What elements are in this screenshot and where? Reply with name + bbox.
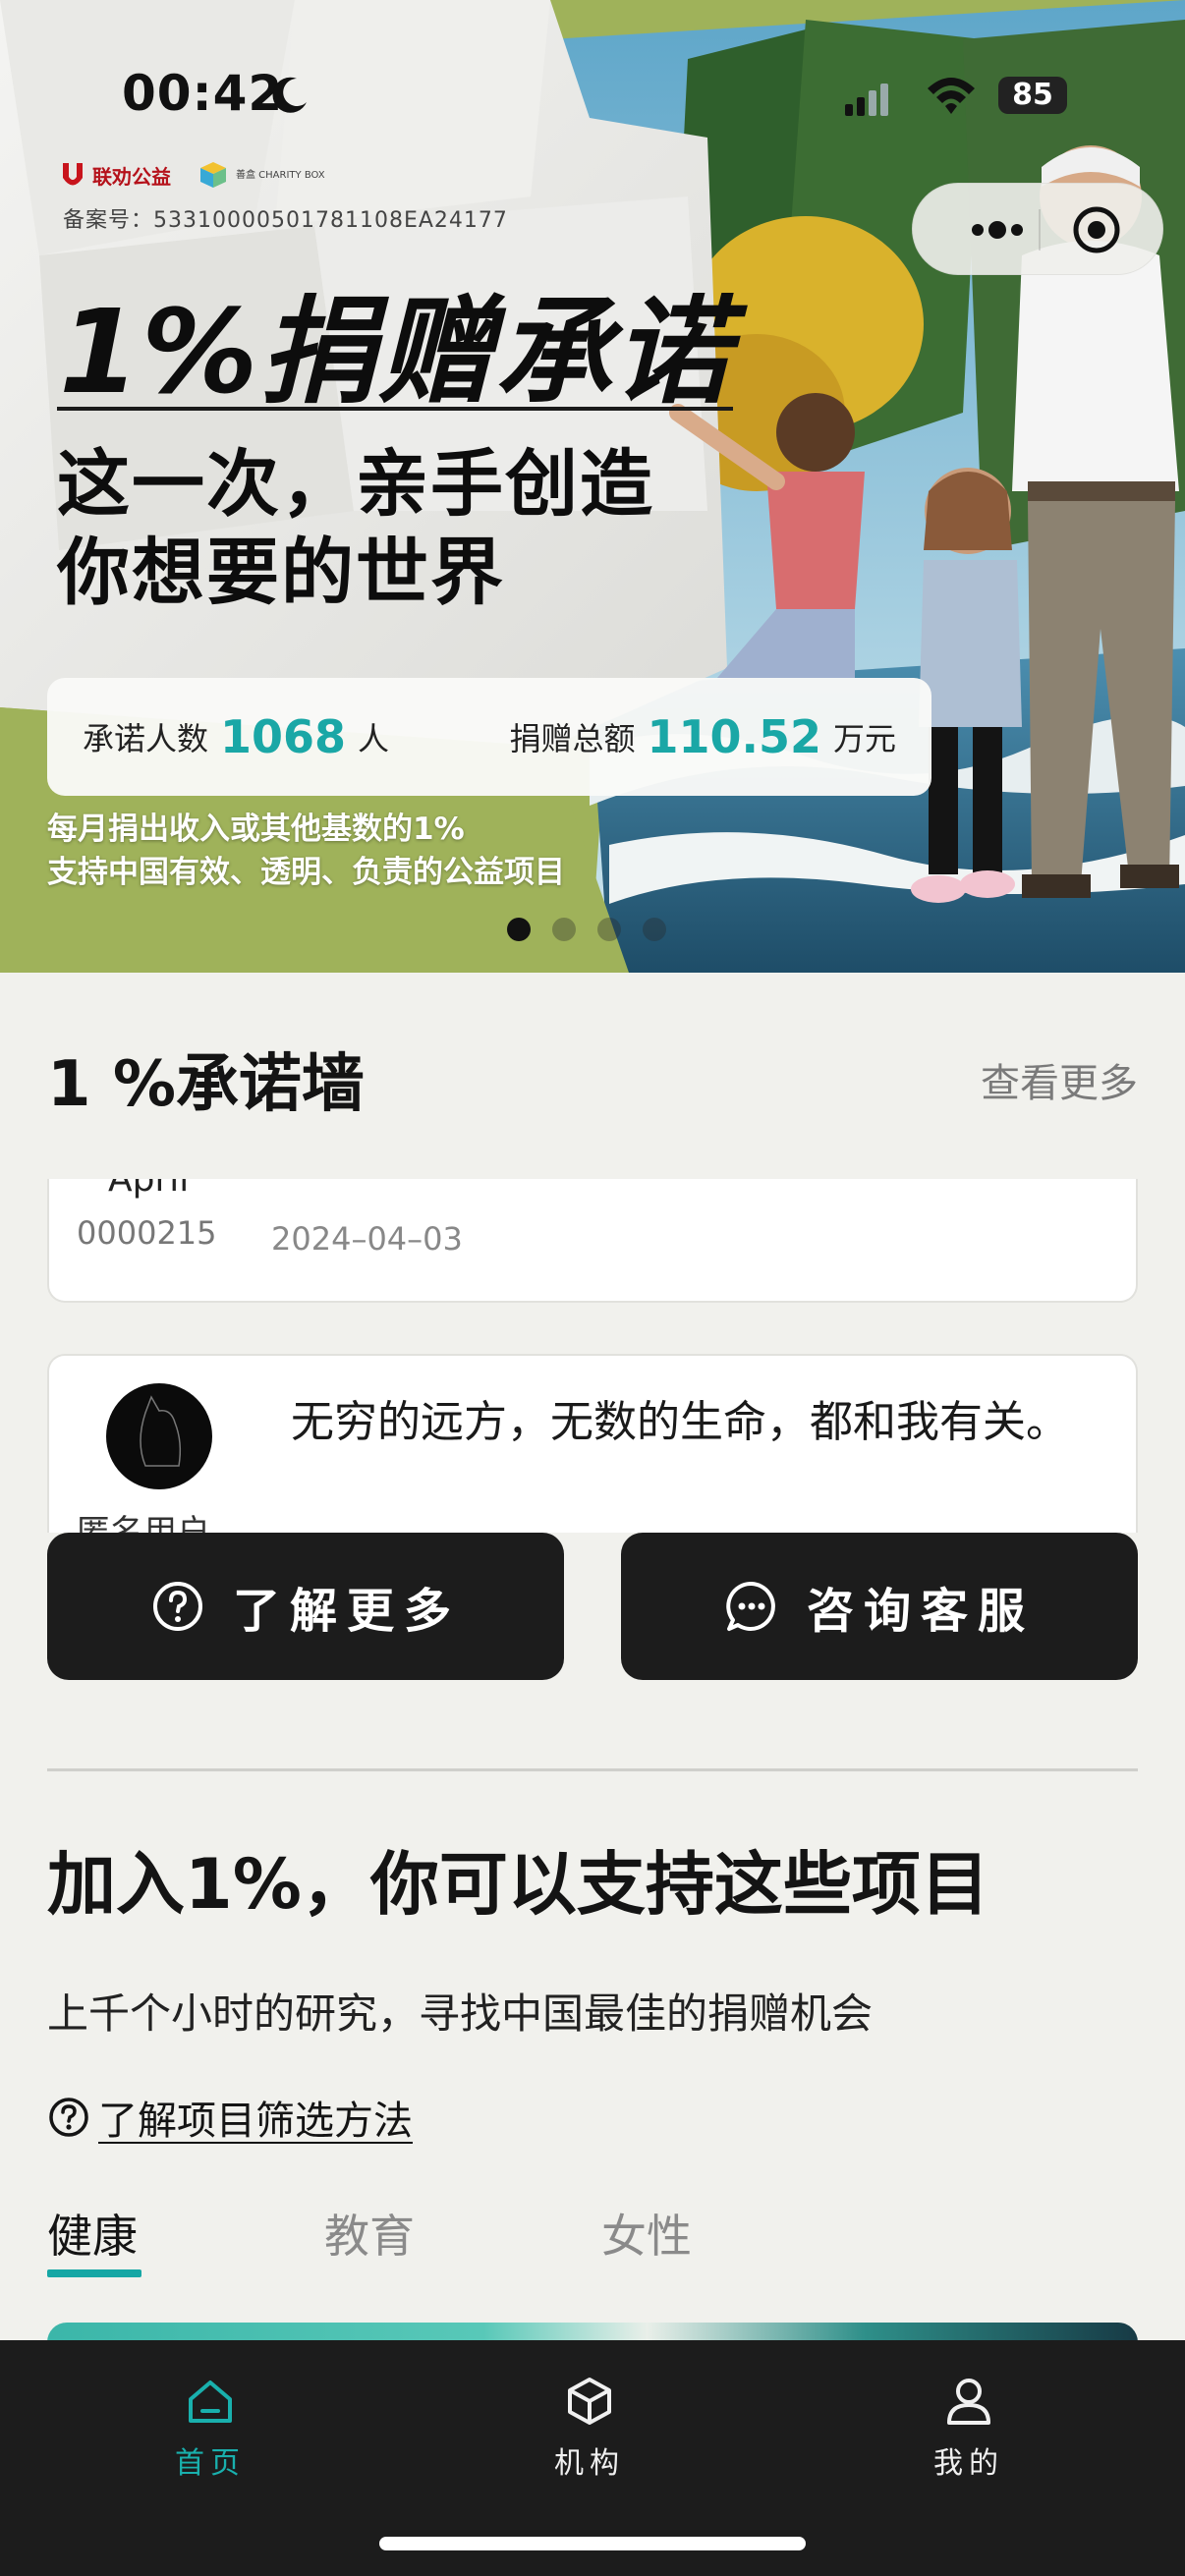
- user-icon: [947, 2379, 990, 2425]
- status-time: 00:42: [122, 65, 284, 122]
- carousel-indicator: [507, 918, 666, 941]
- question-circle-icon: [49, 2098, 88, 2137]
- total-label: 捐赠总额: [509, 720, 636, 757]
- cellular-signal-icon: [845, 84, 888, 116]
- cube-icon: [568, 2378, 611, 2425]
- pledger-name: 匿名用户: [77, 1513, 210, 1533]
- hero-title-rule: [57, 407, 733, 411]
- hero-subtitle-line1: 每月捐出收入或其他基数的1%: [47, 812, 465, 847]
- carousel-dot[interactable]: [552, 918, 576, 941]
- avatar: [106, 1383, 212, 1489]
- home-icon: [189, 2380, 232, 2423]
- cat-silhouette-icon: [140, 1395, 182, 1467]
- customer-service-label: 咨询客服: [806, 1584, 1035, 1639]
- pledger-id: 0000215: [77, 1214, 217, 1252]
- pledgers-label: 承诺人数: [83, 720, 209, 757]
- hero-title: 1%捐赠承诺: [59, 284, 732, 420]
- hero-subtitle-line2: 支持中国有效、透明、负责的公益项目: [47, 855, 565, 890]
- learn-more-label: 了解更多: [232, 1584, 461, 1639]
- pledgers-value: 1068: [220, 710, 347, 763]
- battery-indicator: 85: [998, 77, 1067, 114]
- record-number: 备案号：53310000501781108EA24177: [63, 208, 508, 233]
- charity-box-logo: 善盒 CHARITY BOX: [198, 160, 325, 190]
- pledge-card[interactable]: April 0000215 2024–04–03: [47, 1179, 1138, 1303]
- more-options-icon[interactable]: [968, 215, 1027, 245]
- pledge-wall-title: 1 %承诺墙: [47, 1048, 365, 1121]
- nav-home[interactable]: 首页: [112, 2374, 309, 2482]
- pledge-date: 2024–04–03: [271, 1220, 463, 1258]
- nav-organizations-label: 机构: [554, 2446, 625, 2481]
- nav-home-label: 首页: [175, 2446, 246, 2481]
- selection-method-link[interactable]: 了解项目筛选方法: [47, 2089, 413, 2146]
- pledgers-unit: 人: [358, 720, 390, 757]
- tab-women[interactable]: 女性: [601, 2201, 692, 2266]
- carousel-dot[interactable]: [507, 918, 531, 941]
- miniprogram-capsule: [912, 183, 1163, 275]
- charity-box-cube-icon: [200, 162, 226, 188]
- total-value: 110.52: [647, 710, 821, 763]
- total-donation-stat: 捐赠总额 110.52 万元: [509, 678, 896, 796]
- close-miniprogram-icon[interactable]: [1072, 205, 1121, 254]
- hero-slogan-line1: 这一次，亲手创造: [57, 442, 654, 527]
- pledge-wall-more-link[interactable]: 查看更多: [981, 1051, 1138, 1108]
- nav-me[interactable]: 我的: [871, 2374, 1067, 2482]
- chat-bubble-icon: [726, 1581, 775, 1631]
- total-unit: 万元: [832, 720, 896, 757]
- pledge-card[interactable]: 匿名用户 无穷的远方，无数的生命，都和我有关。: [47, 1354, 1138, 1533]
- hero-slogan-line2: 你想要的世界: [57, 531, 505, 615]
- nav-organizations[interactable]: 机构: [491, 2374, 688, 2482]
- customer-service-button[interactable]: 咨询客服: [621, 1533, 1138, 1680]
- status-bar: 00:42 85: [0, 0, 1185, 128]
- lianquan-u-icon: [63, 163, 83, 186]
- charity-box-logo-text: 善盒 CHARITY BOX: [236, 169, 325, 181]
- carousel-dot[interactable]: [643, 918, 666, 941]
- learn-more-button[interactable]: 了解更多: [47, 1533, 564, 1680]
- partner-logos: 联劝公益 善盒 CHARITY BOX: [61, 157, 325, 193]
- project-category-tabs: 健康 教育 女性: [47, 2201, 1138, 2279]
- hero-banner[interactable]: 00:42 85 联劝公益 善盒 CHARITY BOX 备案号：5331000…: [0, 0, 1185, 973]
- question-circle-icon: [152, 1582, 202, 1631]
- lianquan-logo-text: 联劝公益: [92, 164, 171, 189]
- wifi-icon: [928, 78, 975, 114]
- tab-education[interactable]: 教育: [324, 2201, 415, 2266]
- section-divider: [47, 1768, 1138, 1771]
- moon-icon: [272, 77, 307, 113]
- nav-me-label: 我的: [933, 2446, 1004, 2481]
- projects-title: 加入1%，你可以支持这些项目: [47, 1844, 989, 1925]
- pledger-name: April: [108, 1179, 190, 1200]
- selection-method-label: 了解项目筛选方法: [98, 2099, 413, 2144]
- pledgers-stat: 承诺人数 1068 人: [83, 678, 389, 796]
- home-indicator[interactable]: [379, 2537, 806, 2550]
- capsule-divider: [1039, 209, 1041, 251]
- projects-subtitle: 上千个小时的研究，寻找中国最佳的捐赠机会: [47, 1989, 874, 2038]
- hero-slogan: 这一次，亲手创造 你想要的世界: [57, 440, 654, 617]
- hero-subtitle: 每月捐出收入或其他基数的1% 支持中国有效、透明、负责的公益项目: [47, 808, 565, 894]
- lianquan-logo: 联劝公益: [61, 161, 171, 190]
- carousel-dot[interactable]: [597, 918, 621, 941]
- pledge-message: 无穷的远方，无数的生命，都和我有关。: [291, 1397, 1069, 1447]
- pledge-stats-card: 承诺人数 1068 人 捐赠总额 110.52 万元: [47, 678, 931, 796]
- active-tab-indicator: [47, 2269, 141, 2277]
- tab-health[interactable]: 健康: [47, 2201, 138, 2266]
